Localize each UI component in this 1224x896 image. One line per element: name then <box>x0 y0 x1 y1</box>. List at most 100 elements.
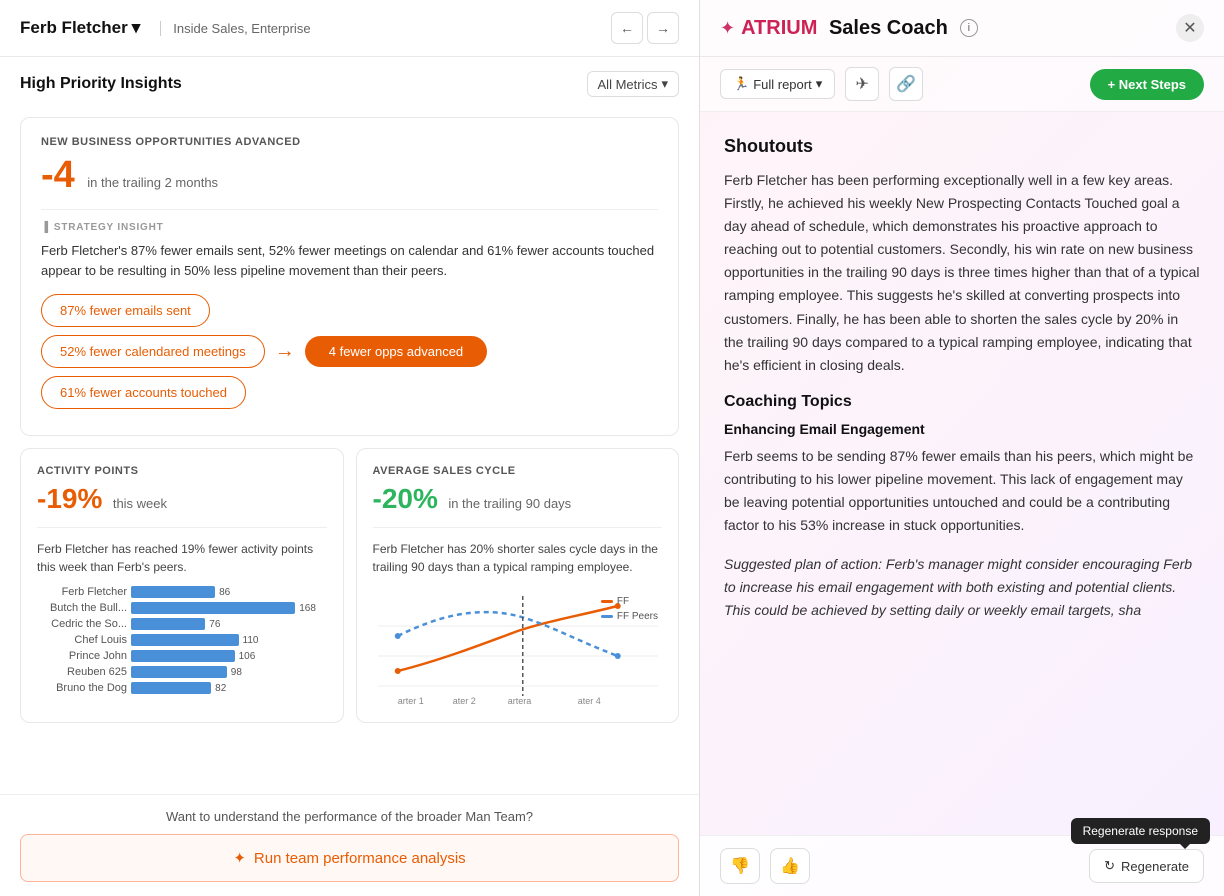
shoutouts-text: Ferb Fletcher has been performing except… <box>724 169 1200 377</box>
nav-back-button[interactable]: ← <box>611 12 643 44</box>
insights-title: High Priority Insights <box>20 75 182 93</box>
svg-text:ater 4: ater 4 <box>577 696 600 706</box>
link-icon-button[interactable]: 🔗 <box>889 67 923 101</box>
close-button[interactable]: ✕ <box>1176 14 1204 42</box>
bar-val-3: 110 <box>243 635 259 646</box>
regenerate-icon: ↻ <box>1104 858 1115 874</box>
metrics-filter-label: All Metrics <box>598 77 658 92</box>
bar-label-5: Reuben 625 <box>37 666 127 678</box>
new-business-card: NEW BUSINESS OPPORTUNITIES ADVANCED -4 i… <box>20 117 679 436</box>
bar-row-3: Chef Louis 110 <box>37 634 327 646</box>
sales-coach-title: Sales Coach <box>823 17 948 40</box>
bar-container-6: 82 <box>131 682 327 694</box>
bar-container-2: 76 <box>131 618 327 630</box>
bar-container-3: 110 <box>131 634 327 646</box>
right-toolbar: 🏃 Full report ▾ ✈ 🔗 + Next Steps <box>700 57 1224 112</box>
activity-value-row: -19% this week <box>37 483 327 515</box>
thumbs-down-button[interactable]: 👎 <box>720 848 760 884</box>
pill-row-2: 52% fewer calendared meetings → 4 fewer … <box>41 335 658 368</box>
strategy-text: Ferb Fletcher's 87% fewer emails sent, 5… <box>41 241 658 280</box>
email-engagement-title: Enhancing Email Engagement <box>724 421 1200 437</box>
report-dropdown[interactable]: 🏃 Full report ▾ <box>720 69 835 99</box>
bar-6 <box>131 682 211 694</box>
pill-outcome[interactable]: 4 fewer opps advanced <box>305 336 487 367</box>
bar-label-1: Butch the Bull... <box>37 602 127 614</box>
bar-2 <box>131 618 205 630</box>
shoutouts-title: Shoutouts <box>724 136 1200 157</box>
sales-cycle-value: -20% <box>373 483 438 514</box>
bar-container-1: 168 <box>131 602 327 614</box>
coaching-topics-title: Coaching Topics <box>724 393 1200 411</box>
bar-container-0: 86 <box>131 586 327 598</box>
legend-ff-peers-line <box>601 615 613 618</box>
bar-row-5: Reuben 625 98 <box>37 666 327 678</box>
insights-header: High Priority Insights All Metrics ▾ <box>0 57 699 107</box>
bar-5 <box>131 666 227 678</box>
sales-cycle-label: AVERAGE SALES CYCLE <box>373 465 663 477</box>
new-business-suffix: in the trailing 2 months <box>87 175 218 190</box>
legend-ff-peers-label: FF Peers <box>617 611 658 622</box>
right-content: Shoutouts Ferb Fletcher has been perform… <box>700 112 1224 835</box>
content-area: NEW BUSINESS OPPORTUNITIES ADVANCED -4 i… <box>0 107 699 794</box>
new-business-label: NEW BUSINESS OPPORTUNITIES ADVANCED <box>41 136 658 148</box>
bar-3 <box>131 634 239 646</box>
bar-row-0: Ferb Fletcher 86 <box>37 586 327 598</box>
legend-ff-line <box>601 600 613 603</box>
left-panel: Ferb Fletcher ▾ Inside Sales, Enterprise… <box>0 0 700 896</box>
suggested-plan-italic: Suggested plan of action: Ferb's manager… <box>724 556 1192 618</box>
legend-ff-label: FF <box>617 596 629 607</box>
atrium-brand-name: ATRIUM <box>741 17 817 40</box>
activity-value: -19% <box>37 483 102 514</box>
email-engagement-text: Ferb seems to be sending 87% fewer email… <box>724 445 1200 537</box>
right-header: ✦ ATRIUM Sales Coach i ✕ <box>700 0 1224 57</box>
metrics-filter-dropdown[interactable]: All Metrics ▾ <box>587 71 679 97</box>
bar-val-5: 98 <box>231 667 242 678</box>
atrium-sparkle-icon: ✦ <box>720 18 735 39</box>
user-role: Inside Sales, Enterprise <box>160 21 310 36</box>
bar-val-4: 106 <box>239 651 256 662</box>
report-chevron-icon: ▾ <box>816 76 823 92</box>
next-steps-button[interactable]: + Next Steps <box>1090 69 1204 100</box>
info-icon[interactable]: i <box>960 19 978 37</box>
bar-label-6: Bruno the Dog <box>37 682 127 694</box>
pill-accounts[interactable]: 61% fewer accounts touched <box>41 376 246 409</box>
bar-1 <box>131 602 295 614</box>
right-footer: 👎 👍 ↻ Regenerate Regenerate response <box>700 835 1224 896</box>
filter-chevron-icon: ▾ <box>661 76 668 92</box>
bar-container-4: 106 <box>131 650 327 662</box>
thumbs-up-button[interactable]: 👍 <box>770 848 810 884</box>
svg-text:artera: artera <box>507 696 531 706</box>
legend-ff-peers: FF Peers <box>601 611 658 622</box>
atrium-logo: ✦ ATRIUM Sales Coach i <box>720 17 978 40</box>
report-dropdown-label: Full report <box>753 77 812 92</box>
bar-label-4: Prince John <box>37 650 127 662</box>
bar-val-1: 168 <box>299 603 316 614</box>
activity-points-card: ACTIVITY POINTS -19% this week Ferb Flet… <box>20 448 344 723</box>
sales-cycle-value-row: -20% in the trailing 90 days <box>373 483 663 515</box>
bar-4 <box>131 650 235 662</box>
bottom-section: Want to understand the performance of th… <box>0 794 699 896</box>
sales-cycle-period: in the trailing 90 days <box>448 496 571 511</box>
left-header: Ferb Fletcher ▾ Inside Sales, Enterprise… <box>0 0 699 57</box>
nav-forward-button[interactable]: → <box>647 12 679 44</box>
activity-period: this week <box>113 496 167 511</box>
send-icon-button[interactable]: ✈ <box>845 67 879 101</box>
activity-bar-chart: Ferb Fletcher 86 Butch the Bull... 168 <box>37 586 327 694</box>
bar-label-2: Cedric the So... <box>37 618 127 630</box>
bar-container-5: 98 <box>131 666 327 678</box>
report-icon: 🏃 <box>733 76 749 92</box>
bar-row-1: Butch the Bull... 168 <box>37 602 327 614</box>
strategy-label: ▐ STRATEGY INSIGHT <box>41 222 658 233</box>
bar-0 <box>131 586 215 598</box>
pill-emails[interactable]: 87% fewer emails sent <box>41 294 210 327</box>
regenerate-button[interactable]: ↻ Regenerate <box>1089 849 1204 883</box>
sales-cycle-chart: arter 1 ater 2 artera ater 4 <box>373 586 663 706</box>
run-analysis-button[interactable]: ✦ Run team performance analysis <box>20 834 679 882</box>
pill-meetings[interactable]: 52% fewer calendared meetings <box>41 335 265 368</box>
bar-val-0: 86 <box>219 587 230 598</box>
svg-text:arter 1: arter 1 <box>397 696 423 706</box>
user-name[interactable]: Ferb Fletcher ▾ <box>20 18 140 38</box>
bar-row-6: Bruno the Dog 82 <box>37 682 327 694</box>
sparkle-icon-btn: ✦ <box>233 849 246 867</box>
activity-desc: Ferb Fletcher has reached 19% fewer acti… <box>37 540 327 576</box>
